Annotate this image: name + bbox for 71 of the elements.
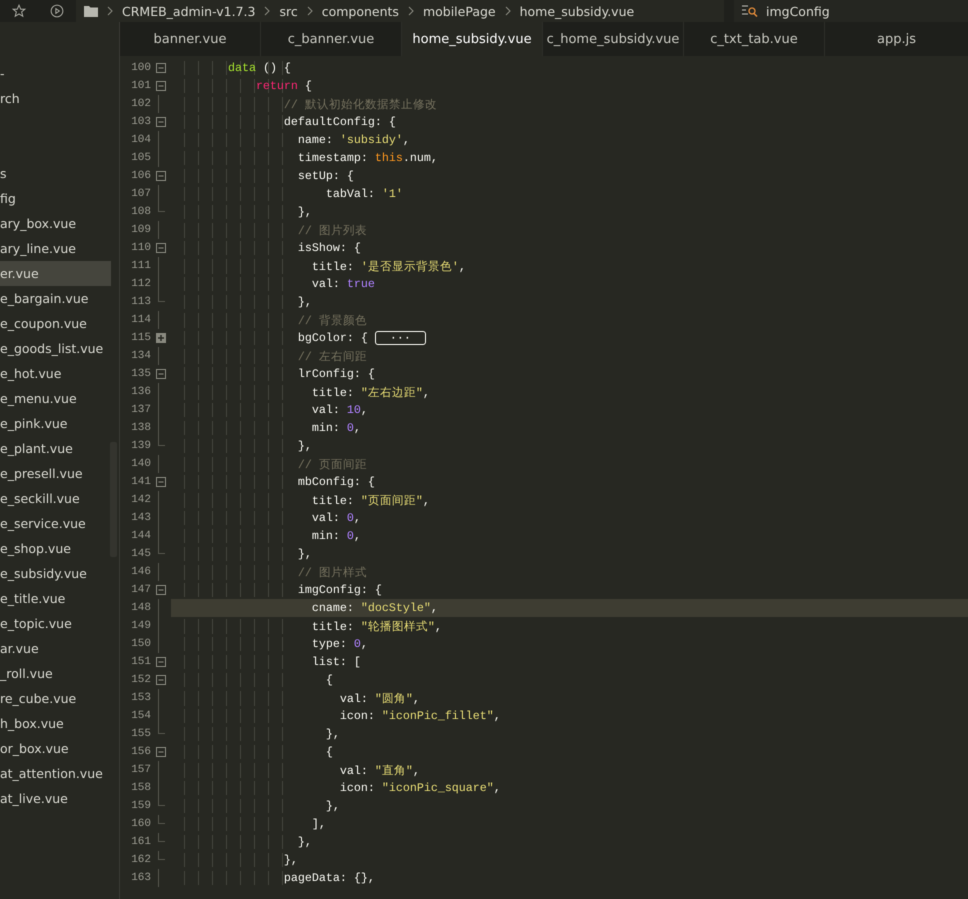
file-item[interactable]: ary_line.vue (0, 236, 111, 261)
file-item[interactable]: e_topic.vue (0, 611, 111, 636)
fold-end-mark (158, 437, 165, 446)
breadcrumb-item[interactable]: home_subsidy.vue (520, 4, 634, 18)
file-item[interactable]: at_live.vue (0, 786, 111, 811)
file-item[interactable]: or_box.vue (0, 736, 111, 761)
fold-expand-icon[interactable] (156, 333, 166, 343)
fold-collapse-icon[interactable] (156, 81, 166, 91)
fold-collapse-icon[interactable] (156, 243, 166, 253)
file-item[interactable]: e_bargain.vue (0, 286, 111, 311)
breadcrumb-item[interactable]: mobilePage (422, 4, 496, 18)
chevron-icon (406, 6, 415, 16)
fold-guide-line (158, 221, 159, 239)
code-line: cname: "docStyle", (310, 601, 438, 615)
file-item[interactable]: ary_box.vue (0, 211, 111, 236)
play-icon[interactable] (50, 4, 64, 18)
line-number: 148 (120, 599, 151, 617)
breadcrumb-item[interactable]: components (322, 4, 399, 18)
file-item[interactable]: h_box.vue (0, 711, 111, 736)
file-item[interactable]: s (0, 161, 111, 186)
chevron-icon (504, 6, 512, 16)
fold-collapse-icon[interactable] (156, 657, 166, 667)
file-item[interactable]: e_title.vue (0, 586, 111, 611)
editor-tab[interactable]: home_subsidy.vue (402, 22, 543, 56)
chevron-icon (106, 6, 114, 16)
file-item[interactable]: e_hot.vue (0, 361, 111, 386)
fold-collapse-icon[interactable] (156, 675, 166, 685)
file-item[interactable]: er.vue (0, 261, 111, 286)
fold-guide-line (158, 869, 159, 887)
breadcrumb-item[interactable]: src (279, 4, 298, 18)
file-item[interactable]: fig (0, 186, 111, 211)
breadcrumb-item[interactable]: CRMEB_admin-v1.7.3 (122, 4, 256, 18)
fold-collapse-icon[interactable] (156, 585, 166, 595)
file-item[interactable]: at_attention.vue (0, 761, 111, 786)
fold-guide-line (158, 563, 159, 581)
folder-icon (84, 5, 98, 17)
fold-collapse-icon[interactable] (156, 171, 166, 181)
file-item[interactable]: e_presell.vue (0, 461, 111, 486)
file-item[interactable]: e_coupon.vue (0, 311, 111, 336)
file-item[interactable]: re_cube.vue (0, 686, 111, 711)
fold-guide-line (158, 185, 159, 203)
fold-end-mark (158, 293, 165, 302)
chevron-icon (263, 6, 272, 16)
fold-end-mark (158, 203, 165, 212)
file-item[interactable]: e_pink.vue (0, 411, 111, 436)
search-list-icon (742, 4, 758, 18)
symbol-search-field[interactable]: imgConfig (734, 0, 968, 22)
file-item[interactable]: _roll.vue (0, 661, 111, 686)
fold-guide-line (158, 347, 159, 365)
fold-guide-line (158, 455, 159, 473)
star-icon[interactable] (12, 4, 26, 18)
file-item[interactable]: - (0, 61, 111, 86)
file-item[interactable]: e_seckill.vue (0, 486, 111, 511)
file-item[interactable]: e_service.vue (0, 511, 111, 536)
file-item[interactable]: rch (0, 86, 111, 111)
fold-collapse-icon[interactable] (156, 477, 166, 487)
fold-collapse-icon[interactable] (156, 63, 166, 73)
fold-collapse-icon[interactable] (156, 369, 166, 379)
fold-collapse-icon[interactable] (156, 747, 166, 757)
fold-guide-line (158, 95, 159, 113)
file-item[interactable]: e_menu.vue (0, 386, 111, 411)
fold-guide-line (158, 311, 159, 329)
fold-end-mark (158, 545, 165, 554)
file-item[interactable]: e_shop.vue (0, 536, 111, 561)
file-item[interactable]: e_subsidy.vue (0, 561, 111, 586)
file-item[interactable]: ar.vue (0, 636, 111, 661)
chevron-icon (306, 6, 314, 16)
file-item[interactable]: e_goods_list.vue (0, 336, 111, 361)
fold-end-mark (158, 725, 165, 734)
fold-collapse-icon[interactable] (156, 117, 166, 127)
file-item[interactable]: e_plant.vue (0, 436, 111, 461)
